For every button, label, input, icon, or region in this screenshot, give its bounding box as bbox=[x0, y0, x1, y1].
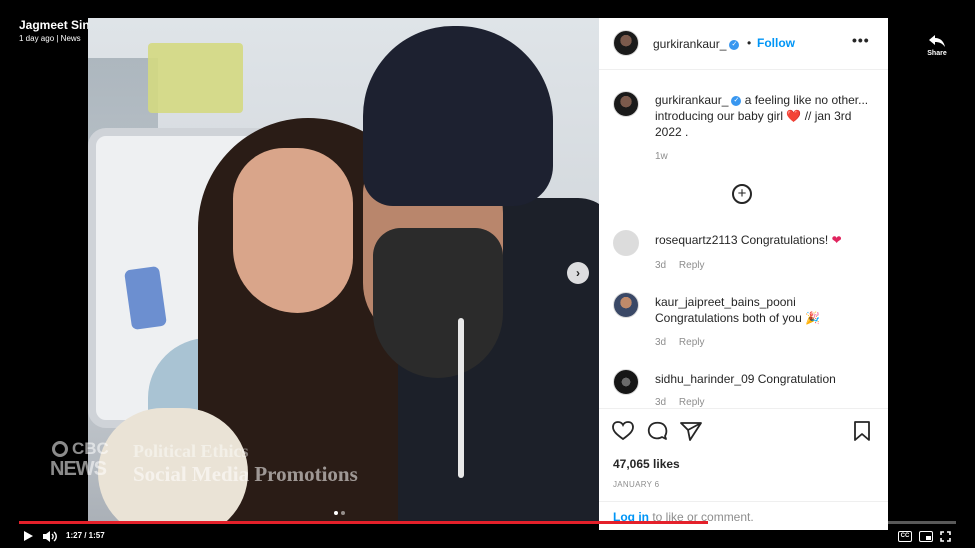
avatar[interactable] bbox=[613, 230, 639, 256]
avatar[interactable] bbox=[613, 30, 639, 56]
play-icon[interactable] bbox=[22, 530, 34, 542]
progress-bar[interactable] bbox=[19, 521, 956, 524]
carousel-dots bbox=[334, 511, 345, 515]
share-button[interactable]: Share bbox=[922, 34, 952, 57]
share-icon bbox=[929, 35, 945, 47]
comment-age: 3d bbox=[655, 397, 667, 408]
video-player[interactable]: Jagmeet Singh, wife to pay for rocking c… bbox=[0, 0, 975, 548]
player-controls: 1:27 / 1:57 CC bbox=[0, 526, 975, 548]
comment-age: 3d bbox=[655, 260, 667, 271]
comment-text: Congratulation bbox=[757, 372, 836, 386]
heart-emoji: ❤ bbox=[831, 233, 842, 247]
like-count[interactable]: 47,065 likes bbox=[613, 457, 680, 471]
comment-author[interactable]: rosequartz2113 bbox=[655, 233, 738, 247]
comment-author[interactable]: kaur_jaipreet_bains_pooni bbox=[655, 295, 796, 309]
post-author[interactable]: gurkirankaur_ ✓ bbox=[653, 37, 740, 51]
post-date: JANUARY 6 bbox=[613, 480, 660, 489]
lower-third-subtitle: Social Media Promotions bbox=[133, 462, 358, 486]
reply-button[interactable]: Reply bbox=[679, 337, 705, 348]
comment-text: Congratulations! bbox=[740, 233, 829, 247]
post-actions: 47,065 likes JANUARY 6 Log in to like or… bbox=[599, 408, 888, 530]
share-post-icon[interactable] bbox=[680, 421, 702, 441]
separator: • bbox=[747, 36, 752, 50]
comment-text: Congratulations both of you bbox=[655, 311, 802, 325]
post-caption: gurkirankaur_ ✓ a feeling like no other..… bbox=[655, 92, 875, 140]
progress-fill bbox=[19, 521, 708, 524]
avatar[interactable] bbox=[613, 369, 639, 395]
pip-icon[interactable] bbox=[919, 531, 933, 542]
cbc-logo bbox=[52, 441, 68, 457]
time-display: 1:27 / 1:57 bbox=[66, 531, 105, 540]
share-label: Share bbox=[927, 50, 947, 57]
reply-button[interactable]: Reply bbox=[679, 260, 705, 271]
like-icon[interactable] bbox=[612, 421, 634, 441]
post-header: gurkirankaur_ ✓ • Follow ••• bbox=[599, 18, 888, 70]
comment-author[interactable]: sidhu_harinder_09 bbox=[655, 372, 754, 386]
cbc-brand-line2: NEWS bbox=[50, 458, 107, 480]
add-comments-icon[interactable]: + bbox=[732, 184, 752, 204]
save-icon[interactable] bbox=[852, 421, 872, 441]
avatar[interactable] bbox=[613, 292, 639, 318]
next-photo-icon[interactable]: › bbox=[567, 262, 589, 284]
cbc-brand-line1: CBC bbox=[72, 439, 109, 458]
comment-age: 3d bbox=[655, 337, 667, 348]
more-icon[interactable]: ••• bbox=[852, 32, 870, 48]
fullscreen-icon[interactable] bbox=[940, 531, 951, 542]
caption-avatar[interactable] bbox=[613, 91, 639, 117]
caption-author[interactable]: gurkirankaur_ bbox=[655, 93, 728, 107]
comment-icon[interactable] bbox=[646, 421, 668, 441]
heart-emoji: ❤️ bbox=[786, 109, 802, 123]
follow-button[interactable]: Follow bbox=[757, 36, 795, 50]
captions-icon[interactable]: CC bbox=[898, 531, 912, 542]
volume-icon[interactable] bbox=[42, 530, 58, 543]
caption-time: 1w bbox=[655, 151, 668, 162]
reply-button[interactable]: Reply bbox=[679, 397, 705, 408]
video-meta: 1 day ago | News bbox=[19, 34, 81, 43]
lower-third-title: Political Ethics bbox=[133, 441, 249, 461]
verified-icon: ✓ bbox=[731, 95, 742, 106]
party-emoji: 🎉 bbox=[805, 311, 821, 325]
instagram-panel: gurkirankaur_ ✓ • Follow ••• gurkirankaur… bbox=[599, 18, 888, 530]
verified-icon: ✓ bbox=[729, 39, 740, 50]
